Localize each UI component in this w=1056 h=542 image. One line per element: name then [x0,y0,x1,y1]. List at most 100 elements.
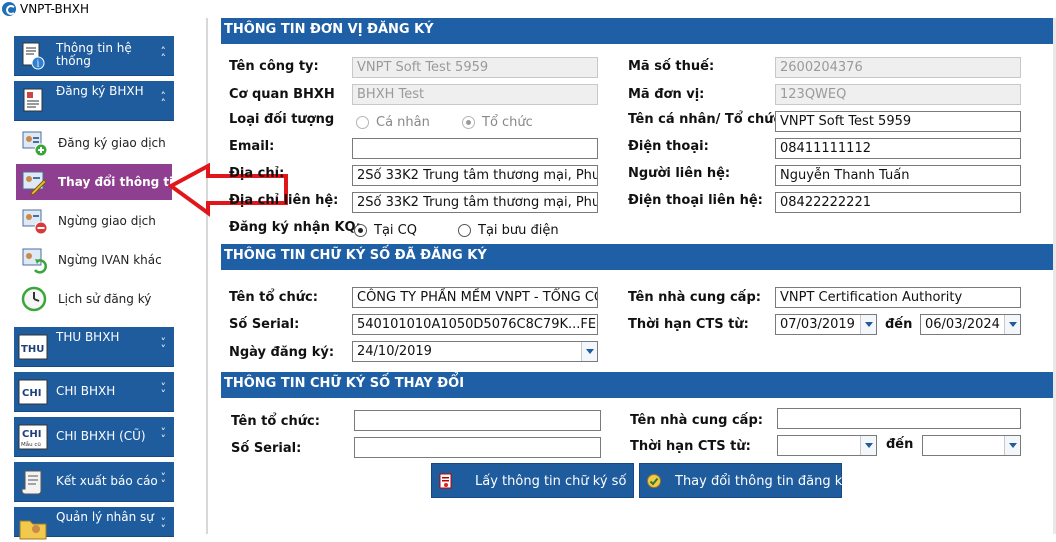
sidebar-item-change-info[interactable]: Thay đổi thông tin [16,164,182,200]
sidebar-item-label: Lịch sử đăng ký [58,292,152,306]
menu-group-chi-bhxh[interactable]: CHI CHI BHXH ˅ ˅ [14,372,174,412]
radio-label: Tại CQ [374,223,417,238]
agency-field[interactable]: BHXH Test [352,84,598,105]
sidebar-item-stop-transaction[interactable]: Ngừng giao dịch [16,203,172,239]
new-validity-label: Thời hạn CTS từ: [630,439,751,454]
radio-label: Cá nhân [376,115,430,130]
menu-group-thu-bhxh[interactable]: THU THU BHXH ˅ ˅ [14,327,174,367]
radio-label: Tại bưu điện [478,223,559,238]
dropdown-arrow-icon[interactable] [1004,315,1020,334]
svg-text:THU: THU [21,344,44,355]
unit-code-field[interactable]: 123QWEQ [775,84,1021,105]
address-field[interactable]: 2Số 33K2 Trung tâm thương mại, Phườn [352,165,598,186]
subject-type-label: Loại đối tượng [229,112,335,127]
contact-address-label: Địa chỉ liên hệ: [229,193,339,208]
app-logo-icon [2,2,16,16]
contact-address-field[interactable]: 2Số 33K2 Trung tâm thương mại, Phườn [352,192,598,213]
menu-group-label: Đăng ký BHXH [56,84,144,98]
contact-phone-field[interactable]: 08422222221 [775,192,1021,213]
history-clock-icon [21,286,47,312]
new-validity-to-label: đến [886,437,914,452]
menu-group-label: Kết xuất báo cáo [56,474,158,488]
thu-badge-icon: THU [18,334,48,360]
collapse-chevron-icon: ˄ ˄ [160,90,167,110]
section-header-unit-info: THÔNG TIN ĐƠN VỊ ĐĂNG KÝ [221,18,1056,44]
agency-label: Cơ quan BHXH [229,87,335,102]
tax-code-field[interactable]: 2600204376 [775,57,1021,78]
menu-group-label: Thông tin hệ thống [56,41,132,68]
expand-chevron-icon: ˅ ˅ [160,336,167,356]
reg-validity-label: Thời hạn CTS từ: [628,317,749,332]
dropdown-arrow-icon[interactable] [1004,436,1020,455]
company-field[interactable]: VNPT Soft Test 5959 [352,57,598,78]
person-org-field[interactable]: VNPT Soft Test 5959 [775,111,1021,132]
new-validity-from-select[interactable] [777,435,877,456]
reg-provider-label: Tên nhà cung cấp: [628,290,761,305]
reg-provider-field[interactable]: VNPT Certification Authority [775,287,1021,308]
radio-dot [356,116,369,129]
sidebar-item-stop-ivan[interactable]: Ngừng IVAN khác [16,242,172,278]
menu-group-staff[interactable]: Quản lý nhân sự ˅ ˅ [14,507,174,540]
change-registration-button[interactable]: Thay đổi thông tin đăng ký [639,463,850,498]
reg-serial-label: Số Serial: [229,317,300,332]
reg-validity-to-label: đến [885,317,913,332]
radio-dot [458,224,471,237]
reg-org-field[interactable]: CÔNG TY PHẦN MỀM VNPT - TỔNG CÔ [352,287,598,308]
radio-dot [462,116,475,129]
sidebar-item-register-transaction[interactable]: Đăng ký giao dịch [16,125,172,161]
register-document-icon [23,88,43,112]
new-validity-to-select[interactable] [922,435,1021,456]
title-bar: VNPT-BHXH [0,0,1056,18]
reg-validity-to-select[interactable]: 06/03/2024 [920,314,1021,335]
menu-group-system-info[interactable]: i Thông tin hệ thống ˄ ˄ [14,36,174,76]
company-label: Tên công ty: [229,59,319,74]
expand-chevron-icon: ˅ ˅ [160,426,167,446]
reg-validity-from-select[interactable]: 07/03/2019 [775,314,877,335]
menu-group-chi-bhxh-old[interactable]: CHI Mẫu cũ CHI BHXH (CŨ) ˅ ˅ [14,417,174,457]
new-provider-field[interactable] [777,408,1021,429]
email-label: Email: [229,139,275,154]
info-document-icon: i [22,42,45,70]
collapse-chevron-icon: ˄ ˄ [160,45,167,65]
reg-date-select[interactable]: 24/10/2019 [352,341,598,362]
button-label: Thay đổi thông tin đăng ký [675,474,850,489]
contact-field[interactable]: Nguyễn Thanh Tuấn [775,165,1021,186]
expand-chevron-icon: ˅ ˅ [160,381,167,401]
button-label: Lấy thông tin chữ ký số [475,474,627,489]
stop-transaction-icon [22,209,48,235]
menu-group-register-bhxh[interactable]: Đăng ký BHXH ˄ ˄ [14,81,174,121]
dropdown-arrow-icon[interactable] [581,342,597,361]
tax-code-label: Mã số thuế: [628,59,715,74]
new-provider-label: Tên nhà cung cấp: [630,413,763,428]
menu-group-label: CHI BHXH [56,384,116,398]
unit-code-label: Mã đơn vị: [628,87,705,102]
reg-serial-field[interactable]: 540101010A1050D5076C8C79K...FE1E [352,314,598,335]
report-scroll-icon [21,470,42,495]
contact-phone-label: Điện thoại liên hệ: [628,193,763,208]
get-cert-info-button[interactable]: Lấy thông tin chữ ký số [431,463,634,498]
expand-chevron-icon: ˅ ˅ [160,516,167,536]
reg-validity-to-value: 06/03/2024 [925,317,1000,332]
chi-old-badge-icon: CHI Mẫu cũ [18,424,48,450]
new-org-field[interactable] [354,410,601,431]
svg-text:Mẫu cũ: Mẫu cũ [21,441,41,448]
menu-group-label: Quản lý nhân sự [56,510,154,524]
email-field[interactable] [352,138,598,159]
sidebar: i Thông tin hệ thống ˄ ˄ Đăng ký BHXH ˄ ˄ … [0,18,190,540]
dropdown-arrow-icon[interactable] [860,436,876,455]
sidebar-item-history[interactable]: Lịch sử đăng ký [16,281,172,317]
phone-field[interactable]: 08411111112 [775,138,1021,159]
menu-group-export-report[interactable]: Kết xuất báo cáo ˅ ˅ [14,462,174,502]
menu-group-label: CHI BHXH (CŨ) [56,429,146,443]
check-circle-icon [647,474,661,488]
new-org-label: Tên tổ chức: [231,414,320,429]
menu-group-label: THU BHXH [56,330,120,344]
new-serial-field[interactable] [354,437,601,458]
reg-date-value: 24/10/2019 [357,344,432,359]
expand-chevron-icon: ˅ ˅ [160,471,167,491]
sidebar-item-label: Thay đổi thông tin [58,175,182,189]
svg-text:CHI: CHI [22,388,41,399]
svg-text:CHI: CHI [22,429,41,440]
dropdown-arrow-icon[interactable] [860,315,876,334]
chi-badge-icon: CHI [18,379,48,405]
